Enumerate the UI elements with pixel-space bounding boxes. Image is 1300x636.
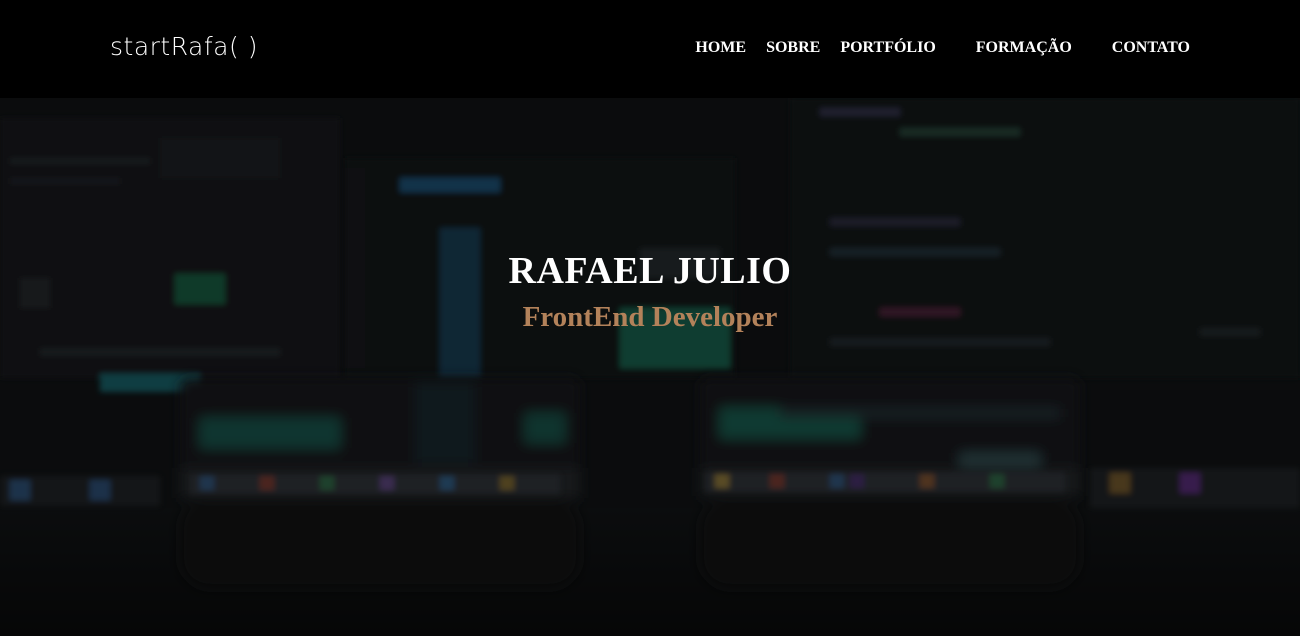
nav-item-formacao: FORMAÇÃO bbox=[976, 38, 1072, 58]
nav-link-contato[interactable]: CONTATO bbox=[1112, 38, 1190, 58]
nav-link-portfolio[interactable]: PORTFÓLIO bbox=[840, 38, 935, 58]
nav-item-portfolio: PORTFÓLIO bbox=[840, 38, 935, 58]
hero-overlay bbox=[0, 98, 1300, 636]
nav-link-formacao[interactable]: FORMAÇÃO bbox=[976, 38, 1072, 58]
nav-link-home[interactable]: HOME bbox=[695, 38, 746, 58]
hero-text: RAFAEL JULIO FrontEnd Developer bbox=[0, 248, 1300, 334]
nav-link-sobre[interactable]: SOBRE bbox=[766, 38, 820, 58]
nav-item-sobre: SOBRE bbox=[766, 38, 820, 58]
nav-menu: HOME SOBRE PORTFÓLIO FORMAÇÃO CONTATO bbox=[695, 38, 1190, 58]
nav-item-home: HOME bbox=[695, 38, 746, 58]
nav-item-contato: CONTATO bbox=[1112, 38, 1190, 58]
brand-logo[interactable]: startRafa( ) bbox=[110, 30, 258, 64]
hero-name: RAFAEL JULIO bbox=[508, 250, 792, 292]
navbar: startRafa( ) HOME SOBRE PORTFÓLIO FORMAÇ… bbox=[0, 0, 1300, 98]
hero-section: RAFAEL JULIO FrontEnd Developer bbox=[0, 98, 1300, 636]
page: startRafa( ) HOME SOBRE PORTFÓLIO FORMAÇ… bbox=[0, 0, 1300, 636]
hero-role: FrontEnd Developer bbox=[522, 301, 778, 333]
